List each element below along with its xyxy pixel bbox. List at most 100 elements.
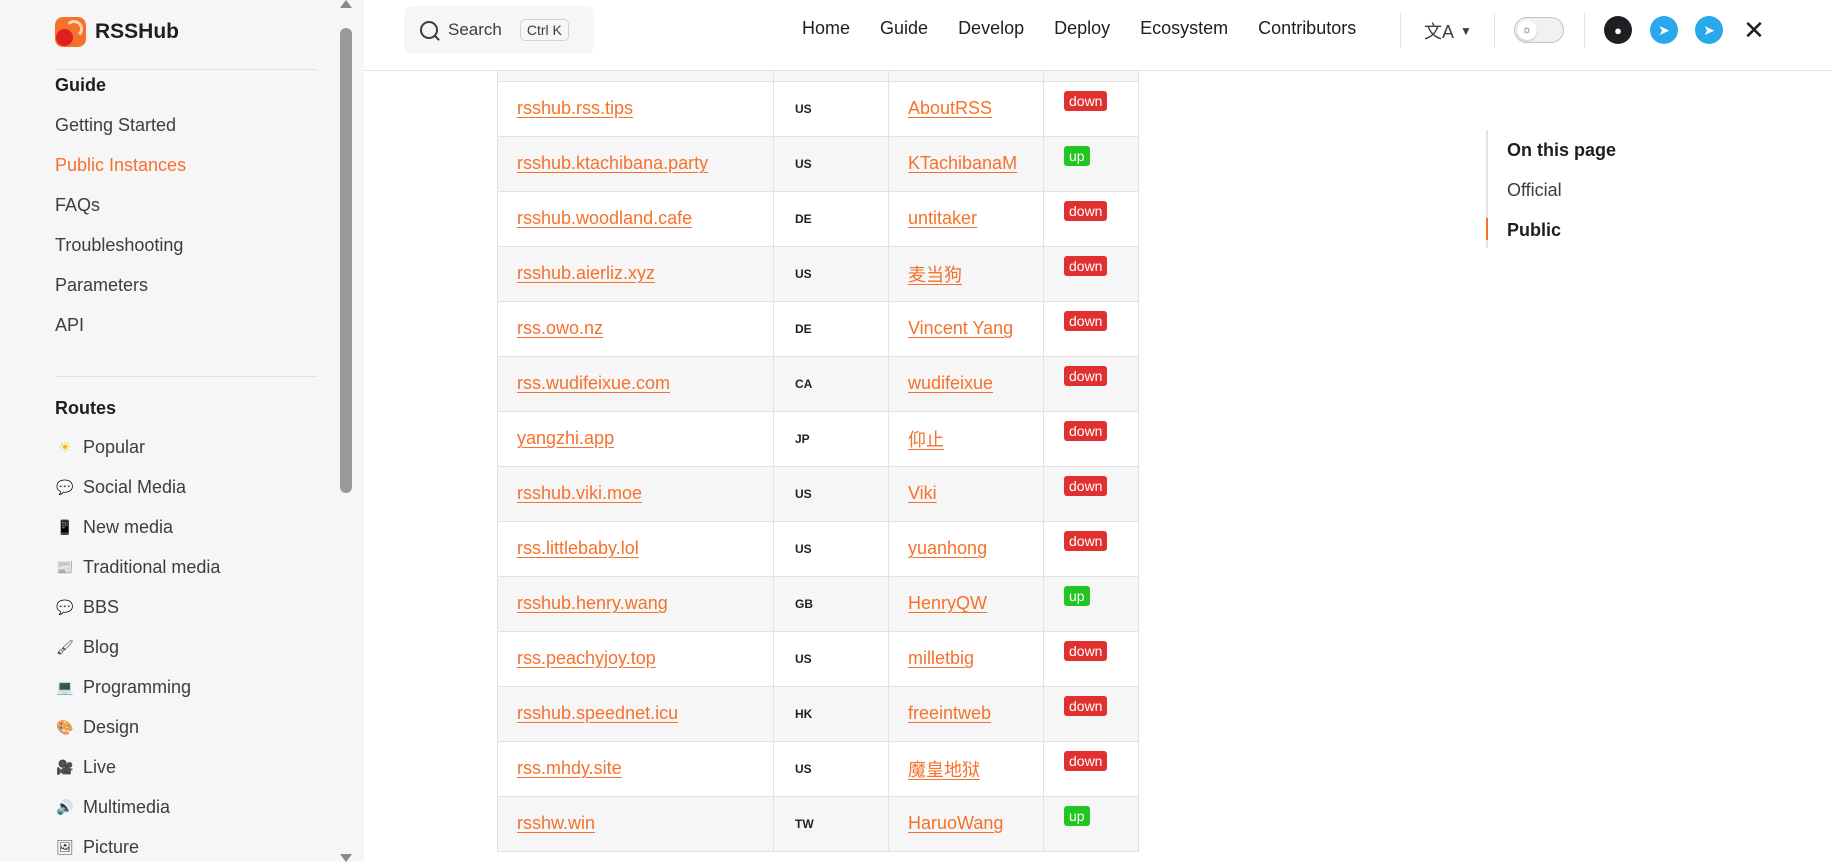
- framed-picture-icon: 🖼: [56, 839, 74, 855]
- table-cell: [773, 71, 889, 82]
- sidebar-item-live[interactable]: 🎥 Live: [55, 757, 116, 778]
- status-badge[interactable]: down: [1064, 476, 1108, 496]
- theme-toggle[interactable]: ☼: [1514, 17, 1564, 43]
- instance-url-cell: rss.littlebaby.lol: [497, 520, 774, 577]
- instance-url-link[interactable]: yangzhi.app: [517, 428, 614, 448]
- instance-maintainer-link[interactable]: 仰止: [908, 430, 944, 450]
- nav-link-contributors[interactable]: Contributors: [1258, 18, 1356, 39]
- instance-status-cell: down: [1043, 300, 1139, 357]
- instance-maintainer-link[interactable]: untitaker: [908, 208, 977, 228]
- instance-url-cell: yangzhi.app: [497, 410, 774, 467]
- sidebar-item-parameters[interactable]: Parameters: [55, 275, 148, 296]
- search-button[interactable]: Search Ctrl K: [404, 6, 594, 54]
- nav-link-ecosystem[interactable]: Ecosystem: [1140, 18, 1228, 39]
- chevron-down-icon: ▼: [1460, 24, 1472, 38]
- nav-link-deploy[interactable]: Deploy: [1054, 18, 1110, 39]
- sidebar-item-bbs[interactable]: 💬 BBS: [55, 597, 119, 618]
- telegram-icon[interactable]: ➤: [1650, 16, 1678, 44]
- nav-link-guide[interactable]: Guide: [880, 18, 928, 39]
- github-icon[interactable]: ●: [1604, 16, 1632, 44]
- status-badge[interactable]: up: [1064, 586, 1090, 606]
- sidebar-item-programming[interactable]: 💻 Programming: [55, 677, 191, 698]
- sidebar-item-new-media[interactable]: 📱 New media: [55, 517, 173, 538]
- status-badge[interactable]: down: [1064, 751, 1108, 771]
- toc-item-official[interactable]: Official: [1507, 180, 1562, 201]
- sidebar-section-routes[interactable]: Routes: [55, 398, 116, 419]
- instance-url-link[interactable]: rsshub.henry.wang: [517, 593, 668, 613]
- sidebar-scrollbar-thumb[interactable]: [340, 28, 352, 493]
- instance-maintainer-link[interactable]: wudifeixue: [908, 373, 993, 393]
- speaker-icon: 🔊: [56, 799, 74, 815]
- instance-url-link[interactable]: rsshub.ktachibana.party: [517, 153, 708, 173]
- instance-url-link[interactable]: rsshub.aierliz.xyz: [517, 263, 655, 283]
- status-badge[interactable]: down: [1064, 366, 1108, 386]
- sidebar-item-public-instances[interactable]: Public Instances: [55, 155, 186, 176]
- sidebar-item-multimedia[interactable]: 🔊 Multimedia: [55, 797, 170, 818]
- instance-url-link[interactable]: rss.owo.nz: [517, 318, 603, 338]
- table-row: rss.peachyjoy.top US milletbig down: [497, 630, 1139, 687]
- sidebar-item-popular[interactable]: ☀ Popular: [55, 437, 145, 458]
- instance-country: CA: [773, 355, 889, 412]
- instance-url-link[interactable]: rss.mhdy.site: [517, 758, 622, 778]
- instance-maintainer-link[interactable]: Vincent Yang: [908, 318, 1013, 338]
- toc-item-public[interactable]: Public: [1507, 220, 1561, 241]
- sidebar-item-faqs[interactable]: FAQs: [55, 195, 100, 216]
- sidebar-item-picture[interactable]: 🖼 Picture: [55, 837, 139, 858]
- instance-maintainer-link[interactable]: milletbig: [908, 648, 974, 668]
- status-badge[interactable]: down: [1064, 531, 1108, 551]
- status-badge[interactable]: down: [1064, 91, 1108, 111]
- language-switcher[interactable]: 文A ▼: [1424, 18, 1472, 44]
- status-badge[interactable]: up: [1064, 146, 1090, 166]
- sidebar-item-label: Traditional media: [83, 557, 221, 577]
- instance-url-link[interactable]: rss.littlebaby.lol: [517, 538, 639, 558]
- status-badge[interactable]: down: [1064, 201, 1108, 221]
- instance-maintainer-link[interactable]: freeintweb: [908, 703, 991, 723]
- instance-maintainer-link[interactable]: yuanhong: [908, 538, 987, 558]
- instance-maintainer-link[interactable]: 麦当狗: [908, 265, 962, 285]
- sidebar-item-traditional-media[interactable]: 📰 Traditional media: [55, 557, 220, 578]
- instance-maintainer-link[interactable]: HenryQW: [908, 593, 987, 613]
- instance-url-link[interactable]: rsshub.speednet.icu: [517, 703, 678, 723]
- instance-maintainer-link[interactable]: Viki: [908, 483, 937, 503]
- sidebar-item-design[interactable]: 🎨 Design: [55, 717, 139, 738]
- instance-country: US: [773, 245, 889, 302]
- instance-country: DE: [773, 300, 889, 357]
- instance-url-link[interactable]: rss.peachyjoy.top: [517, 648, 656, 668]
- telegram-icon[interactable]: ➤: [1695, 16, 1723, 44]
- instance-status-cell: up: [1043, 575, 1139, 632]
- instance-url-link[interactable]: rss.wudifeixue.com: [517, 373, 670, 393]
- sidebar-section-guide[interactable]: Guide: [55, 75, 106, 96]
- status-badge[interactable]: down: [1064, 311, 1108, 331]
- scrollbar-down-arrow-icon[interactable]: [340, 854, 352, 862]
- instance-url-link[interactable]: rsshub.rss.tips: [517, 98, 633, 118]
- instance-maintainer-link[interactable]: AboutRSS: [908, 98, 992, 118]
- instance-maintainer-link[interactable]: KTachibanaM: [908, 153, 1017, 173]
- instance-maintainer-link[interactable]: 魔皇地狱: [908, 760, 980, 780]
- sidebar: RSSHub Guide Getting Started Public Inst…: [0, 0, 364, 862]
- instance-maintainer-link[interactable]: HaruoWang: [908, 813, 1003, 833]
- status-badge[interactable]: down: [1064, 696, 1108, 716]
- instance-url-link[interactable]: rsshub.viki.moe: [517, 483, 642, 503]
- instance-maintainer-cell: KTachibanaM: [888, 135, 1044, 192]
- status-badge[interactable]: up: [1064, 806, 1090, 826]
- status-badge[interactable]: down: [1064, 641, 1108, 661]
- instance-status-cell: down: [1043, 520, 1139, 577]
- brand-logo[interactable]: RSSHub: [55, 16, 179, 48]
- instance-url-cell: rsshub.ktachibana.party: [497, 135, 774, 192]
- x-icon[interactable]: ✕: [1740, 15, 1768, 45]
- sidebar-item-api[interactable]: API: [55, 315, 84, 336]
- sidebar-item-troubleshooting[interactable]: Troubleshooting: [55, 235, 183, 256]
- status-badge[interactable]: down: [1064, 256, 1108, 276]
- nav-link-develop[interactable]: Develop: [958, 18, 1024, 39]
- sidebar-item-blog[interactable]: 🖌 Blog: [55, 637, 119, 658]
- status-badge[interactable]: down: [1064, 421, 1108, 441]
- instance-url-link[interactable]: rsshw.win: [517, 813, 595, 833]
- instance-status-cell: down: [1043, 355, 1139, 412]
- nav-link-home[interactable]: Home: [802, 18, 850, 39]
- scrollbar-up-arrow-icon[interactable]: [340, 0, 352, 8]
- public-instances-table: rsshub.rss.tips US AboutRSS down rsshub.ktac…: [497, 71, 1139, 852]
- instance-url-link[interactable]: rsshub.woodland.cafe: [517, 208, 692, 228]
- nav-links: Home Guide Develop Deploy Ecosystem Cont…: [802, 18, 1356, 39]
- sidebar-item-getting-started[interactable]: Getting Started: [55, 115, 176, 136]
- sidebar-item-social-media[interactable]: 💬 Social Media: [55, 477, 186, 498]
